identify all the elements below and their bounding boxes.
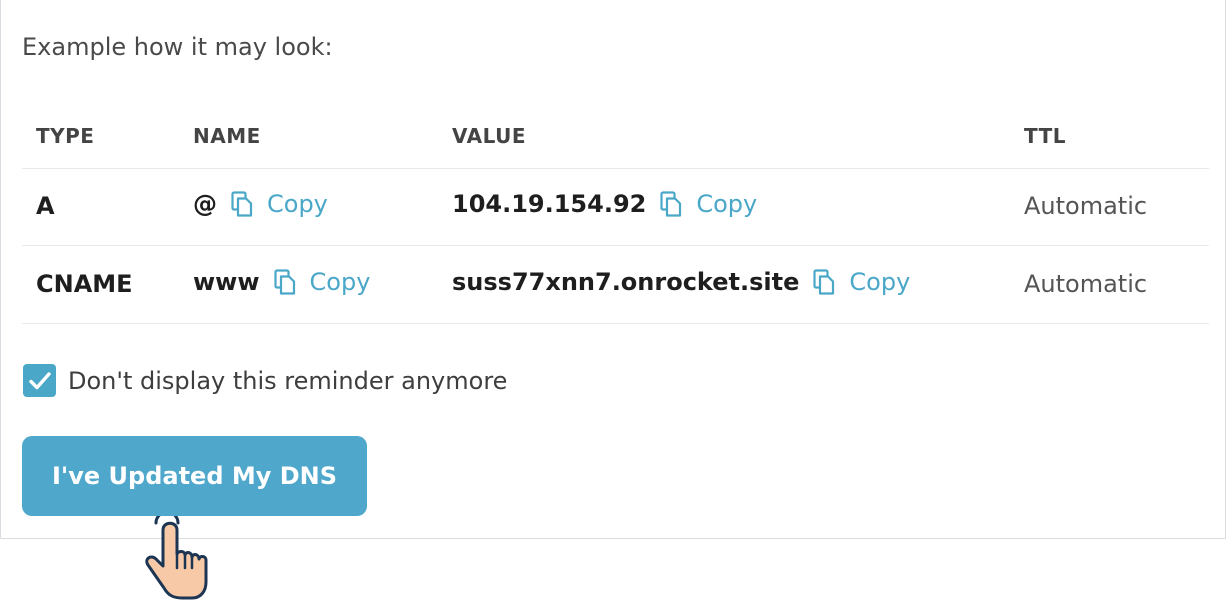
row2-value-cell: suss77xnn7.onrocket.site Copy — [452, 268, 910, 296]
row2-type: CNAME — [36, 270, 133, 298]
row1-type: A — [36, 192, 55, 220]
reminder-label: Don't display this reminder anymore — [68, 366, 508, 395]
copy-label: Copy — [849, 268, 911, 296]
row2-ttl: Automatic — [1024, 270, 1148, 298]
header-type: TYPE — [36, 124, 95, 148]
copy-value-button[interactable]: Copy — [660, 190, 757, 218]
copy-label: Copy — [696, 190, 758, 218]
copy-icon — [660, 191, 682, 217]
reminder-checkbox-row[interactable]: Don't display this reminder anymore — [23, 364, 507, 397]
row2-name: www — [193, 268, 260, 296]
row1-ttl: Automatic — [1024, 192, 1148, 220]
reminder-checkbox[interactable] — [23, 364, 56, 397]
row2-value: suss77xnn7.onrocket.site — [452, 268, 800, 296]
copy-name-button[interactable]: Copy — [273, 268, 371, 296]
table-divider — [22, 168, 1209, 169]
copy-icon — [273, 269, 295, 295]
pointer-hand-icon — [145, 516, 208, 600]
table-divider — [22, 245, 1209, 246]
copy-name-button[interactable]: Copy — [231, 190, 328, 218]
intro-text: Example how it may look: — [22, 33, 333, 61]
copy-icon — [813, 269, 835, 295]
row1-value: 104.19.154.92 — [452, 190, 647, 218]
table-divider — [22, 323, 1209, 324]
row2-name-cell: www Copy — [193, 268, 370, 296]
checkmark-icon — [28, 371, 51, 389]
row1-name: @ — [193, 190, 217, 218]
header-value: VALUE — [452, 124, 527, 148]
header-name: NAME — [193, 124, 261, 148]
dns-panel: Example how it may look: TYPE NAME VALUE… — [0, 0, 1226, 539]
header-ttl: TTL — [1024, 124, 1066, 148]
copy-label: Copy — [309, 268, 371, 296]
updated-dns-button[interactable]: I've Updated My DNS — [22, 436, 367, 516]
row1-name-cell: @ Copy — [193, 190, 328, 218]
row1-value-cell: 104.19.154.92 Copy — [452, 190, 757, 218]
copy-icon — [231, 191, 253, 217]
copy-label: Copy — [267, 190, 328, 218]
copy-value-button[interactable]: Copy — [813, 268, 910, 296]
